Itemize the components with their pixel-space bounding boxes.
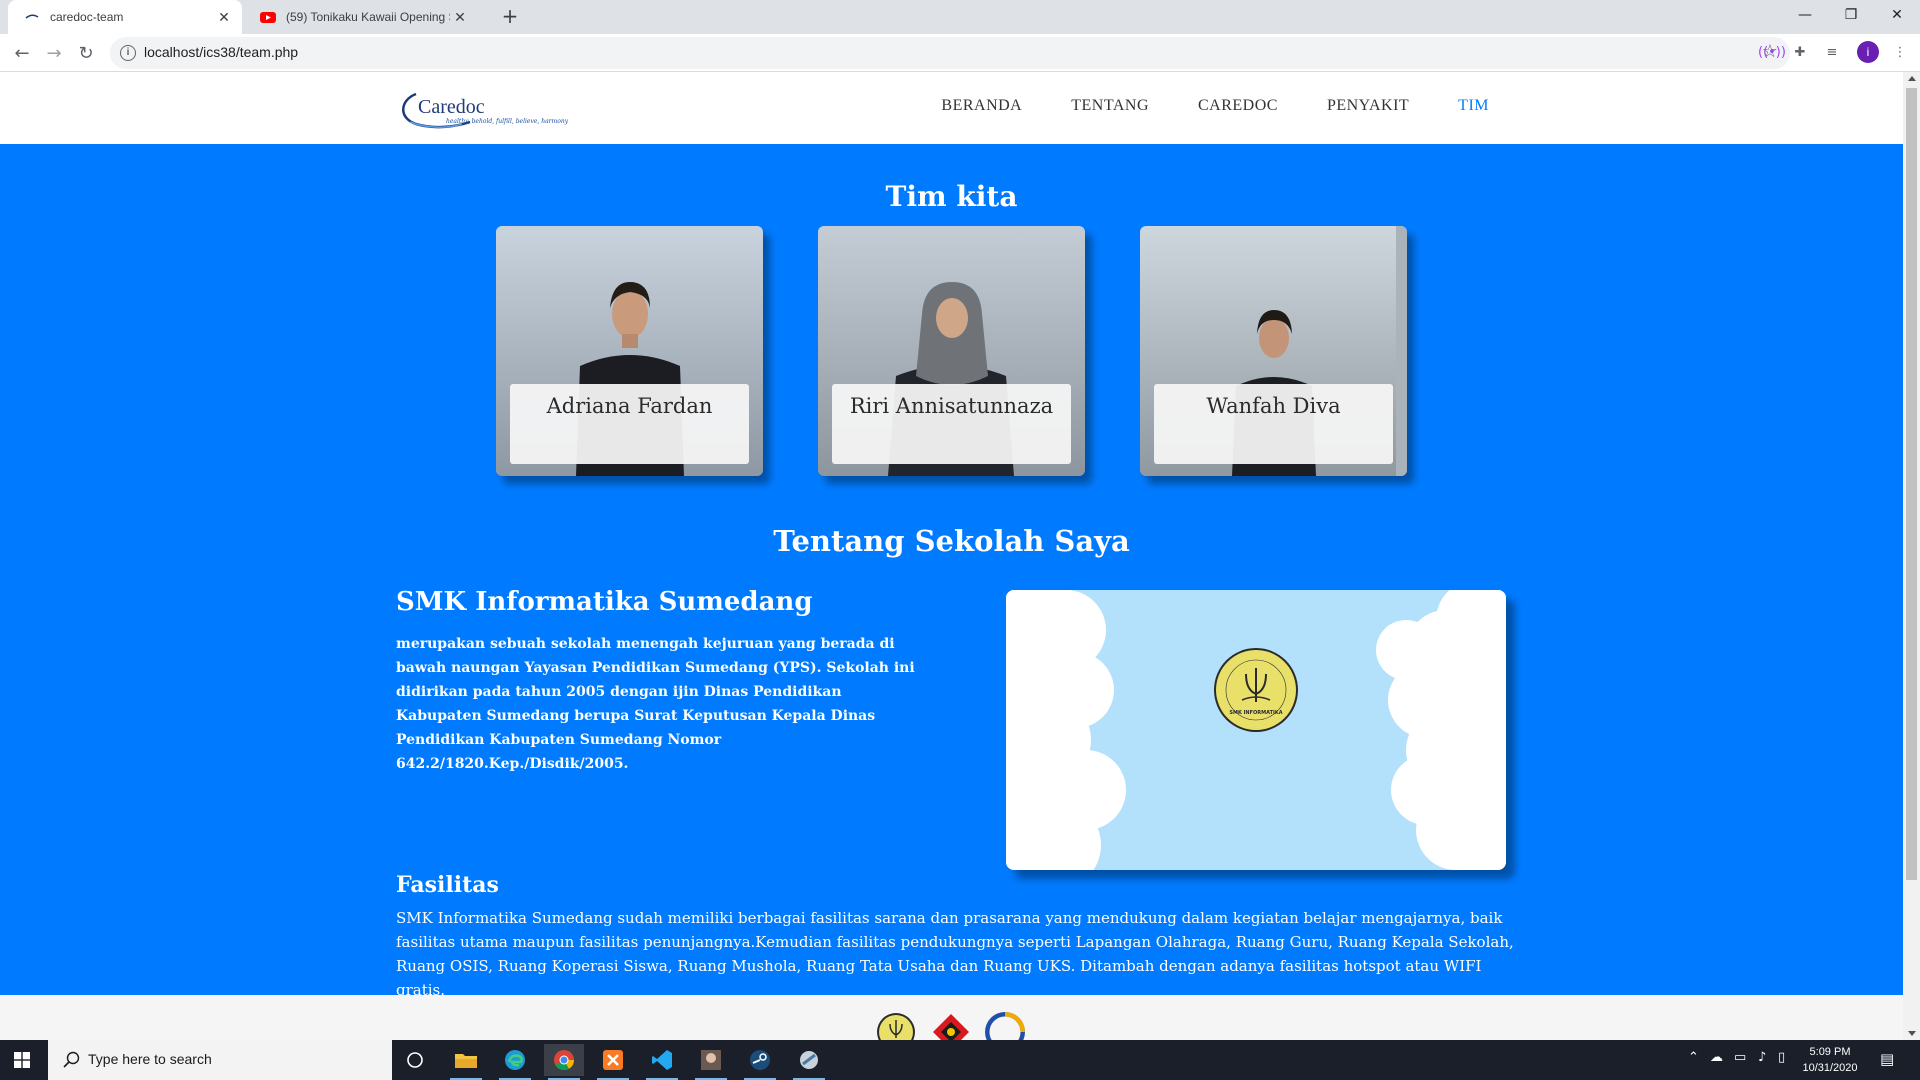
nav-beranda[interactable]: BERANDA [941,97,1022,115]
tab-caredoc-team[interactable]: caredoc-team ✕ [8,0,242,34]
browser-toolbar: ← → ↻ i localhost/ics38/team.php ☆ ((•))… [0,34,1920,72]
address-bar[interactable]: i localhost/ics38/team.php ☆ [110,37,1790,69]
close-window-icon[interactable]: ✕ [1874,0,1920,34]
windows-start-icon[interactable] [14,1052,30,1068]
chrome-icon[interactable] [544,1044,584,1080]
page-viewport: Caredoc healthy, behold, fulfill, believ… [0,72,1903,1040]
nav-penyakit[interactable]: PENYAKIT [1327,97,1409,115]
reload-icon[interactable]: ↻ [72,39,100,67]
cast-extension-icon[interactable]: ((•)) [1758,43,1786,63]
minimize-icon[interactable]: — [1782,0,1828,34]
member-name-box: Wanfah Diva [1154,384,1393,464]
site-navbar: Caredoc healthy, behold, fulfill, believ… [0,72,1903,144]
school-description: merupakan sebuah sekolah menengah kejuru… [396,636,915,772]
search-icon [63,1051,80,1068]
school-name: SMK Informatika Sumedang [396,587,813,617]
team-card[interactable]: Wanfah Diva [1140,226,1407,476]
profile-avatar[interactable]: i [1857,41,1879,63]
forward-arrow-icon[interactable]: → [40,39,68,67]
back-arrow-icon[interactable]: ← [8,39,36,67]
footer-tut-wuri-logo-icon [933,1014,969,1040]
page-scrollbar[interactable] [1903,72,1920,1040]
clock-time: 5:09 PM [1809,1046,1851,1058]
xampp-icon[interactable] [593,1044,633,1080]
team-card[interactable]: Riri Annisatunnaza [818,226,1085,476]
member-name: Adriana Fardan [546,394,713,418]
show-hidden-icons-icon[interactable]: ⌃ [1688,1050,1699,1065]
task-view-icon[interactable] [395,1044,435,1076]
steam-icon[interactable] [740,1044,780,1080]
restore-icon[interactable]: ❐ [1828,0,1874,34]
caredoc-favicon-icon [25,14,39,19]
tab-title: caredoc-team [50,10,124,24]
battery-icon[interactable]: ▯ [1778,1050,1785,1065]
youtube-icon [260,12,276,23]
footer-school-logo-icon [877,1013,915,1040]
clouds-illustration: SMK INFORMATIKA [1006,590,1506,870]
member-name: Wanfah Diva [1206,394,1341,418]
team-heading: Tim kita [885,180,1018,213]
photo-app-icon[interactable] [691,1044,731,1080]
nav-tentang[interactable]: TENTANG [1071,97,1149,115]
search-placeholder: Type here to search [88,1051,212,1067]
vscode-icon[interactable] [642,1044,682,1080]
caredoc-logo[interactable]: Caredoc healthy, behold, fulfill, believ… [396,82,568,134]
scroll-down-arrow-icon[interactable] [1908,1031,1916,1036]
member-name-box: Riri Annisatunnaza [832,384,1071,464]
new-tab-button[interactable]: + [498,5,522,29]
footer-yps-logo-icon [985,1012,1025,1040]
tab-title: (59) Tonikaku Kawaii Opening So [286,10,450,24]
browser-tab-strip: caredoc-team ✕ (59) Tonikaku Kawaii Open… [0,0,1920,34]
onedrive-icon[interactable]: ☁ [1710,1050,1723,1065]
team-card[interactable]: Adriana Fardan [496,226,763,476]
member-name-box: Adriana Fardan [510,384,749,464]
emblem-label: SMK INFORMATIKA [1229,710,1282,716]
network-icon[interactable]: ▭ [1734,1050,1746,1065]
volume-icon[interactable]: ♪ [1758,1050,1766,1065]
url-text: localhost/ics38/team.php [144,44,299,60]
misc-app-icon[interactable] [789,1044,829,1080]
windows-taskbar: Type here to search ⌃ ☁ ▭ ♪ ▯ 5:09 PM 10… [0,1040,1920,1080]
taskbar-clock[interactable]: 5:09 PM 10/31/2020 [1795,1044,1865,1076]
member-name: Riri Annisatunnaza [849,394,1054,418]
browser-menu-icon[interactable]: ⋮ [1890,43,1910,63]
site-info-icon[interactable]: i [120,45,136,61]
school-heading: Tentang Sekolah Saya [773,524,1130,558]
scrollbar-thumb[interactable] [1906,88,1917,880]
site-footer [0,995,1903,1040]
tab-youtube[interactable]: (59) Tonikaku Kawaii Opening So ✕ [244,0,478,34]
taskbar-search-box[interactable]: Type here to search [48,1040,392,1080]
school-logo-image: SMK INFORMATIKA [1006,590,1506,870]
logo-wordmark: Caredoc [418,96,485,118]
notifications-icon[interactable]: ▤ [1880,1050,1894,1068]
nav-caredoc[interactable]: CAREDOC [1198,97,1278,115]
main-menu: BERANDA TENTANG CAREDOC PENYAKIT TIM [941,97,1489,115]
file-explorer-icon[interactable] [446,1044,486,1080]
scroll-up-arrow-icon[interactable] [1908,76,1916,81]
logo-tagline: healthy, behold, fulfill, believe, harmo… [446,118,569,125]
close-tab-icon[interactable]: ✕ [450,9,470,26]
extensions-puzzle-icon[interactable]: ✚ [1790,43,1810,63]
edge-browser-icon[interactable] [495,1044,535,1080]
facilities-description: SMK Informatika Sumedang sudah memiliki … [396,909,1514,999]
media-queue-icon[interactable]: ≡ [1822,43,1842,63]
facilities-heading: Fasilitas [396,872,499,898]
clock-date: 10/31/2020 [1802,1062,1858,1074]
nav-tim[interactable]: TIM [1458,97,1489,115]
school-emblem-icon: SMK INFORMATIKA [1214,648,1298,732]
close-tab-icon[interactable]: ✕ [214,9,234,26]
